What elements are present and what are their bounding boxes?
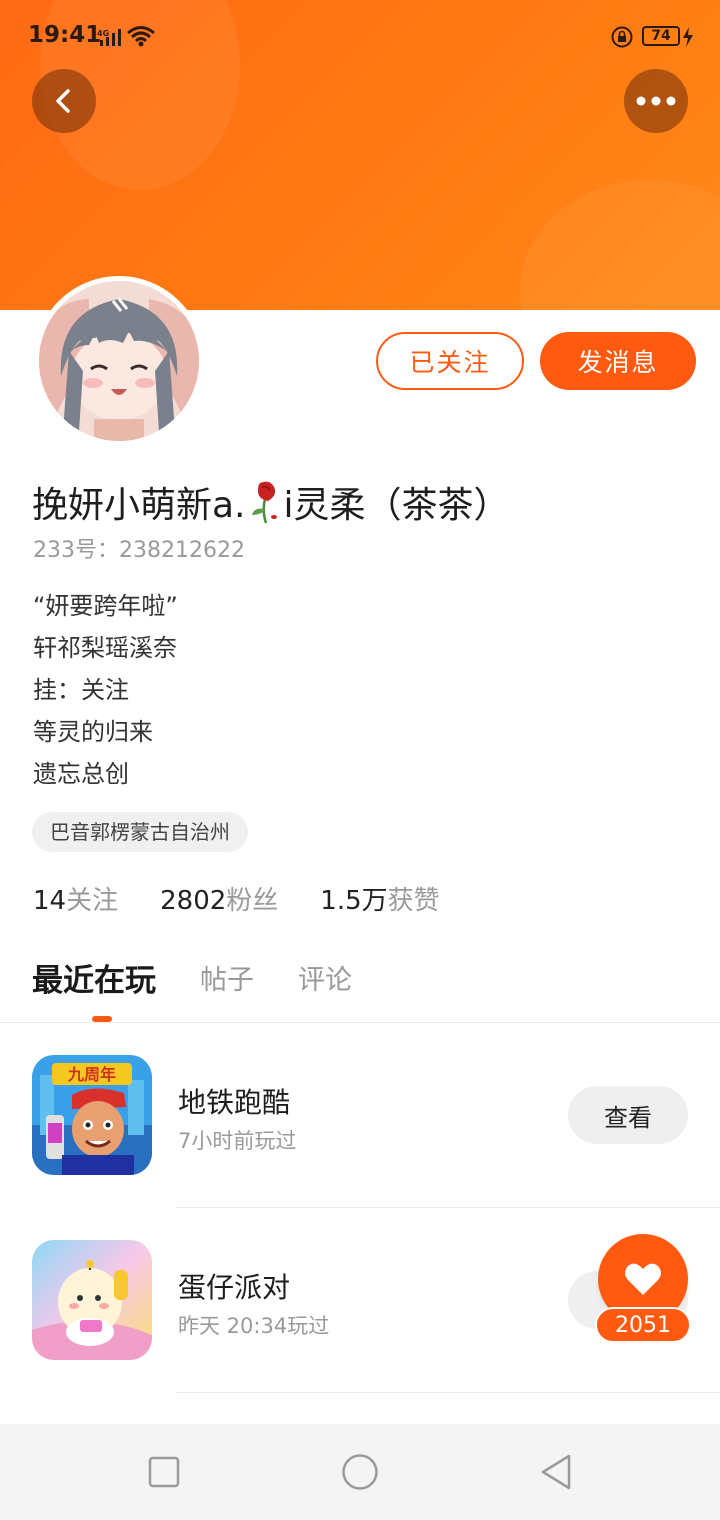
tab-posts[interactable]: 帖子 (200, 958, 254, 997)
likes-count: 1.5万 (320, 886, 388, 916)
send-message-button[interactable]: 发消息 (540, 332, 696, 390)
followed-button[interactable]: 已关注 (376, 332, 524, 390)
banner-decoration (520, 180, 720, 310)
wifi-icon (127, 26, 155, 47)
system-back-button[interactable] (536, 1452, 576, 1492)
view-game-button[interactable]: 查看 (568, 1086, 688, 1144)
uid-label: 233号： (33, 538, 119, 563)
bio-line: 挂：关注 (33, 676, 129, 704)
game-title: 地铁跑酷 (178, 1086, 291, 1119)
more-button[interactable] (624, 69, 688, 133)
home-button[interactable] (340, 1452, 380, 1492)
game-title: 蛋仔派对 (178, 1271, 291, 1304)
charging-icon (683, 27, 693, 47)
like-count-badge: 2051 (595, 1307, 691, 1343)
uid-value: 238212622 (119, 538, 245, 563)
game-last-played: 7小时前玩过 (178, 1129, 297, 1153)
fans-count: 2802 (160, 886, 227, 916)
tab-comments[interactable]: 评论 (298, 958, 352, 997)
avatar-image (39, 281, 199, 441)
location-tag: 巴音郭楞蒙古自治州 (32, 812, 248, 852)
user-nickname: 挽妍小萌新a. i灵柔（茶茶） (32, 476, 510, 528)
eggy-party-app-icon (32, 1240, 152, 1360)
tab-recently-played[interactable]: 最近在玩 (32, 955, 156, 1000)
fans-label: 粉丝 (226, 886, 279, 916)
back-button[interactable] (32, 69, 96, 133)
bio-line: “妍要跨年啦” (33, 592, 178, 620)
user-bio: “妍要跨年啦” 轩祁梨瑶溪奈 挂：关注 等灵的归来 遗忘总创 (33, 585, 178, 795)
list-item[interactable]: 九周年 地铁跑酷 7小时前玩过 查看 (0, 1023, 720, 1208)
cellular-signal-icon: 4G (97, 29, 121, 46)
circle-icon (342, 1454, 378, 1490)
avatar[interactable] (34, 276, 204, 446)
likes-label: 获赞 (387, 886, 440, 916)
game-last-played: 昨天 20:34玩过 (178, 1314, 330, 1338)
nickname-part-1: 挽妍小萌新a. (32, 485, 246, 526)
profile-tabs: 最近在玩 帖子 评论 (32, 952, 396, 1002)
triangle-back-icon (541, 1454, 571, 1490)
network-type-label: 4G (97, 29, 109, 38)
heart-icon (625, 1263, 661, 1295)
wilted-rose-icon (251, 481, 277, 524)
user-id-row: 233号：238212622 (33, 532, 245, 564)
fans-stat[interactable]: 2802粉丝 (160, 880, 278, 917)
row-divider (176, 1392, 720, 1393)
system-navigation-bar (0, 1424, 720, 1520)
status-time: 19:41 (28, 22, 102, 48)
rotation-lock-icon (611, 26, 633, 48)
svg-text:九周年: 九周年 (67, 1065, 116, 1084)
more-dots-icon (636, 96, 676, 106)
battery-indicator: 74 (642, 26, 680, 46)
following-count: 14 (33, 886, 67, 916)
square-icon (148, 1456, 180, 1488)
bio-line: 轩祁梨瑶溪奈 (33, 634, 177, 662)
nickname-part-2: i灵柔（茶茶） (283, 485, 510, 526)
subway-surfers-app-icon: 九周年 (32, 1055, 152, 1175)
status-bar: 19:41 4G 74 (0, 20, 720, 56)
likes-stat: 1.5万获赞 (320, 880, 439, 917)
following-label: 关注 (66, 886, 119, 916)
chevron-left-icon (56, 89, 70, 113)
profile-header-banner: 19:41 4G 74 (0, 0, 720, 310)
profile-stats: 14关注 2802粉丝 1.5万获赞 (33, 880, 482, 917)
following-stat[interactable]: 14关注 (33, 880, 118, 917)
bio-line: 遗忘总创 (33, 760, 129, 788)
recent-apps-button[interactable] (144, 1452, 184, 1492)
bio-line: 等灵的归来 (33, 718, 153, 746)
